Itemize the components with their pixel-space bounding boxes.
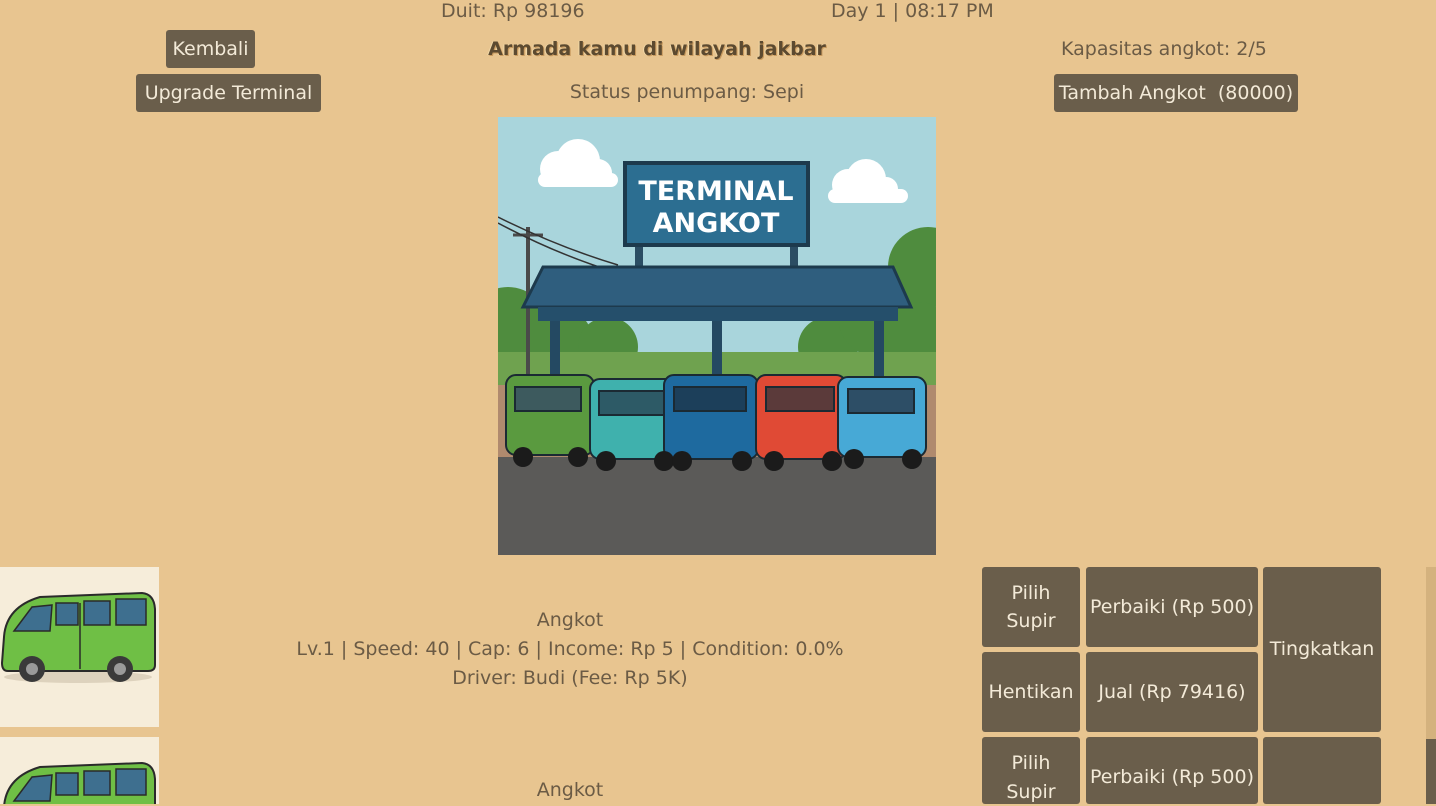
fleet-scrollbar[interactable]: [1426, 567, 1436, 804]
passenger-status: Status penumpang: Sepi: [569, 81, 805, 103]
scrollbar-thumb[interactable]: [1426, 739, 1436, 804]
choose-driver-button[interactable]: Pilih Supir: [982, 567, 1080, 647]
stop-button[interactable]: Hentikan: [982, 652, 1080, 732]
vehicle-name: Angkot: [536, 609, 604, 631]
terminal-illustration: TERMINAL ANGKOT: [468, 117, 968, 555]
add-angkot-button[interactable]: Tambah Angkot (80000): [1054, 74, 1298, 112]
sign-text-line1: TERMINAL: [638, 176, 793, 207]
page-title: Armada kamu di wilayah jakbar: [488, 38, 826, 60]
vehicle-driver: Driver: Budi (Fee: Rp 5K): [452, 667, 688, 689]
capacity-label: Kapasitas angkot: 2/5: [1061, 38, 1267, 60]
sign-text-line2: ANGKOT: [653, 208, 780, 239]
vehicle-info: Angkot: [537, 776, 604, 805]
repair-button[interactable]: Perbaiki (Rp 500): [1086, 567, 1258, 647]
vehicle-name: Angkot: [536, 779, 604, 801]
angkot-thumbnail: [0, 737, 159, 804]
upgrade-terminal-button[interactable]: Upgrade Terminal: [136, 74, 321, 112]
upgrade-vehicle-button[interactable]: [1263, 737, 1381, 804]
upgrade-vehicle-button[interactable]: Tingkatkan: [1263, 567, 1381, 732]
choose-driver-button[interactable]: Pilih Supir: [982, 737, 1080, 804]
vehicle-info: Angkot Lv.1 | Speed: 40 | Cap: 6 | Incom…: [296, 606, 843, 693]
sell-button[interactable]: Jual (Rp 79416): [1086, 652, 1258, 732]
clock-label: Day 1 | 08:17 PM: [831, 0, 994, 22]
vehicle-stats: Lv.1 | Speed: 40 | Cap: 6 | Income: Rp 5…: [296, 638, 844, 660]
back-button[interactable]: Kembali: [166, 30, 255, 68]
money-label: Duit: Rp 98196: [441, 0, 585, 22]
angkot-thumbnail: [0, 567, 159, 727]
repair-button[interactable]: Perbaiki (Rp 500): [1086, 737, 1258, 804]
